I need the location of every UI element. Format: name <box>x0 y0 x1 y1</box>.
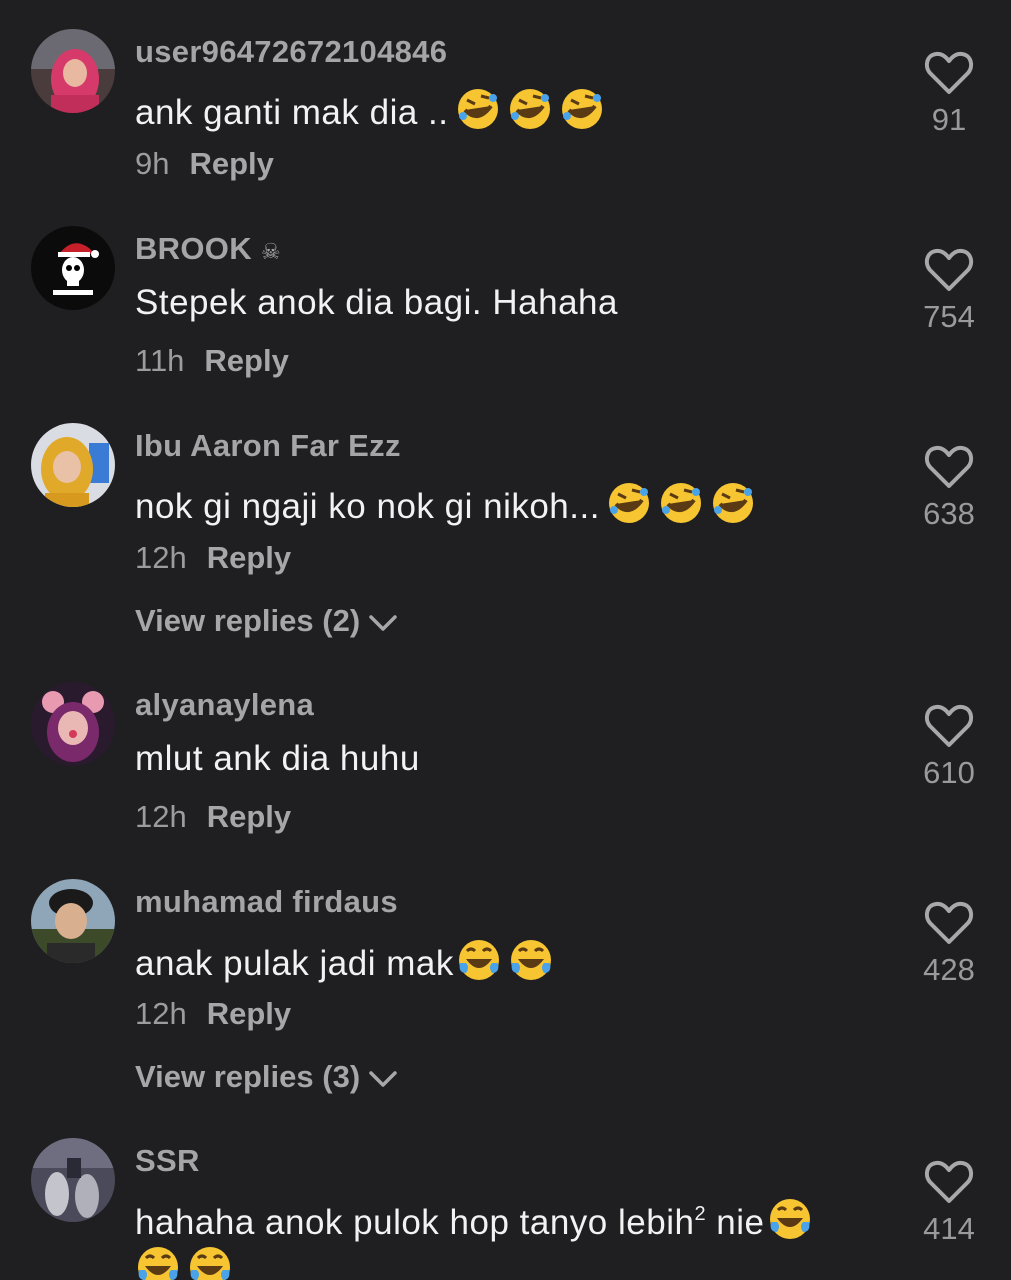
username[interactable]: user96472672104846 <box>135 34 447 70</box>
avatar[interactable] <box>31 423 115 507</box>
comment-text: Stepek anok dia bagi. Hahaha <box>135 283 618 322</box>
view-replies-label: View replies (3) <box>135 1059 361 1094</box>
like-button[interactable]: 428 <box>918 900 980 988</box>
like-count: 428 <box>923 952 975 987</box>
avatar-image <box>31 1138 115 1222</box>
rolling-laughing-emoji <box>710 480 756 526</box>
comment-meta: 9h Reply <box>135 146 274 182</box>
comment-time: 12h <box>135 540 187 575</box>
comment-meta: 11h Reply <box>135 343 289 379</box>
comment-time: 12h <box>135 799 187 834</box>
tears-of-joy-emoji <box>508 937 554 983</box>
rolling-laughing-emoji <box>507 86 553 132</box>
username[interactable]: Ibu Aaron Far Ezz <box>135 428 401 464</box>
reply-button[interactable]: Reply <box>189 146 273 181</box>
like-count: 610 <box>923 755 975 790</box>
rolling-laughing-emoji <box>455 86 501 132</box>
avatar-image <box>31 29 115 113</box>
like-count: 91 <box>931 102 967 137</box>
heart-icon <box>924 445 974 488</box>
avatar-image <box>31 682 115 766</box>
comment-text: hahaha anok pulok hop tanyo lebih2 nie <box>135 1196 813 1243</box>
reply-button[interactable]: Reply <box>207 540 291 575</box>
heart-icon <box>924 901 974 944</box>
view-replies-button[interactable]: View replies (2) <box>135 603 398 639</box>
like-button[interactable]: 638 <box>918 444 980 532</box>
tears-of-joy-emoji <box>187 1244 233 1280</box>
rolling-laughing-emoji <box>606 480 652 526</box>
reply-button[interactable]: Reply <box>204 343 288 378</box>
like-button[interactable]: 610 <box>918 703 980 791</box>
avatar[interactable] <box>31 226 115 310</box>
avatar[interactable] <box>31 879 115 963</box>
avatar[interactable] <box>31 682 115 766</box>
username[interactable]: SSR <box>135 1143 200 1179</box>
rolling-laughing-emoji <box>658 480 704 526</box>
tears-of-joy-emoji <box>135 1244 181 1280</box>
comments-panel: user96472672104846 ank ganti mak dia .. … <box>0 0 1011 1280</box>
avatar-image <box>31 226 115 310</box>
reply-button[interactable]: Reply <box>207 799 291 834</box>
username[interactable]: muhamad firdaus <box>135 884 398 920</box>
skull-icon: ☠ <box>260 239 281 264</box>
avatar[interactable] <box>31 1138 115 1222</box>
avatar-image <box>31 879 115 963</box>
heart-icon <box>924 51 974 94</box>
heart-icon <box>924 248 974 291</box>
like-count: 638 <box>923 496 975 531</box>
comment-text-line2 <box>135 1244 233 1280</box>
comment-time: 12h <box>135 996 187 1031</box>
like-button[interactable]: 754 <box>918 247 980 335</box>
comment-text: ank ganti mak dia .. <box>135 86 605 133</box>
comment-text: mlut ank dia huhu <box>135 739 420 778</box>
like-button[interactable]: 414 <box>918 1159 980 1247</box>
like-button[interactable]: 91 <box>918 50 980 138</box>
heart-icon <box>924 1160 974 1203</box>
username[interactable]: alyanaylena <box>135 687 314 723</box>
chevron-down-icon <box>369 615 397 631</box>
rolling-laughing-emoji <box>559 86 605 132</box>
comment-meta: 12h Reply <box>135 540 291 576</box>
avatar-image <box>31 423 115 507</box>
comment-meta: 12h Reply <box>135 799 291 835</box>
username[interactable]: BROOK ☠ <box>135 231 281 267</box>
comment-meta: 12h Reply <box>135 996 291 1032</box>
comment-text: anak pulak jadi mak <box>135 937 554 984</box>
view-replies-button[interactable]: View replies (3) <box>135 1059 398 1095</box>
like-count: 414 <box>923 1211 975 1246</box>
comment-time: 9h <box>135 146 170 181</box>
tears-of-joy-emoji <box>456 937 502 983</box>
comment-text: nok gi ngaji ko nok gi nikoh... <box>135 480 756 527</box>
tears-of-joy-emoji <box>767 1196 813 1242</box>
reply-button[interactable]: Reply <box>207 996 291 1031</box>
chevron-down-icon <box>369 1071 397 1087</box>
avatar[interactable] <box>31 29 115 113</box>
superscript: 2 <box>694 1203 707 1225</box>
view-replies-label: View replies (2) <box>135 603 361 638</box>
comment-time: 11h <box>135 343 185 378</box>
like-count: 754 <box>923 299 975 334</box>
heart-icon <box>924 704 974 747</box>
